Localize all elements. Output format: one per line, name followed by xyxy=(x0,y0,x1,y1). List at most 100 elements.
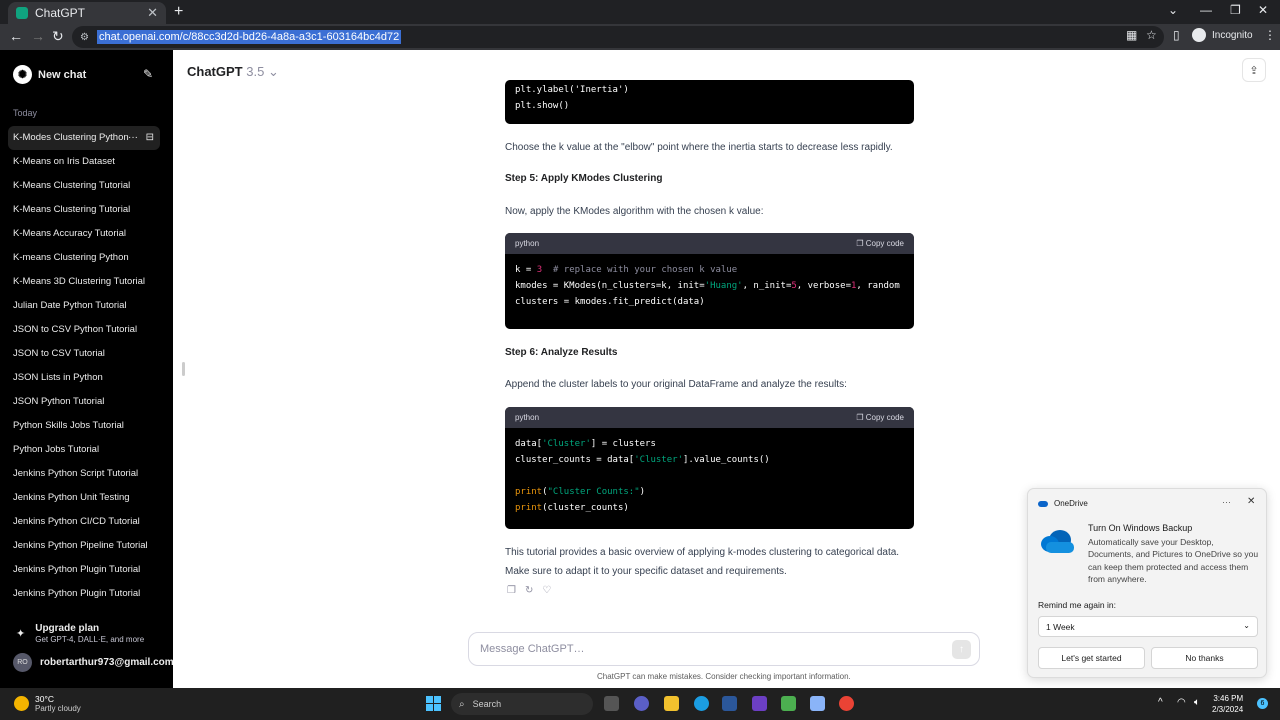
message-composer: ↑ xyxy=(468,632,980,666)
install-app-icon[interactable]: ▦ xyxy=(1126,28,1137,42)
sidebar-history-item[interactable]: Jenkins Python Plugin Tutorial xyxy=(8,558,160,582)
minimize-window-icon[interactable]: — xyxy=(1200,3,1212,17)
chatgpt-favicon-icon xyxy=(16,7,28,19)
notification-app: OneDrive xyxy=(1038,499,1088,508)
notification-badge[interactable]: 6 xyxy=(1257,698,1268,709)
sidebar-history-item[interactable]: Jenkins Python Pipeline Tutorial xyxy=(8,534,160,558)
upgrade-plan-button[interactable]: ✦ Upgrade plan Get GPT-4, DALL·E, and mo… xyxy=(16,623,144,644)
copy-icon[interactable]: ❐ xyxy=(507,585,516,596)
start-button[interactable] xyxy=(426,696,441,711)
history-item-label: K-Means Accuracy Tutorial xyxy=(13,228,126,239)
weather-widget[interactable]: 30°C Partly cloudy xyxy=(14,694,81,713)
message-actions: ❐ ↻ ♡ xyxy=(507,585,551,596)
code-content[interactable]: data['Cluster'] = clusters cluster_count… xyxy=(505,428,914,524)
show-hidden-icons-icon[interactable]: ^ xyxy=(1158,697,1163,708)
model-name: ChatGPT xyxy=(187,64,243,79)
sidebar-collapse-handle[interactable] xyxy=(182,362,185,376)
bookmark-star-icon[interactable]: ☆ xyxy=(1146,28,1157,42)
message-input[interactable] xyxy=(480,643,920,655)
site-info-icon[interactable]: ⚙ xyxy=(80,32,89,43)
send-button[interactable]: ↑ xyxy=(952,640,971,659)
code-content[interactable]: k = 3 # replace with your chosen k value… xyxy=(505,254,914,318)
user-menu[interactable]: RO robertarthur973@gmail.com xyxy=(13,653,174,672)
incognito-profile[interactable]: Incognito xyxy=(1192,28,1253,42)
taskbar-search[interactable]: ⌕ Search xyxy=(451,693,593,715)
task-view-icon[interactable] xyxy=(604,696,619,711)
upgrade-title: Upgrade plan xyxy=(35,623,100,634)
tab-search-chevron-icon[interactable]: ⌄ xyxy=(1168,3,1178,17)
app-icon[interactable] xyxy=(810,696,825,711)
regenerate-icon[interactable]: ↻ xyxy=(525,585,533,596)
avatar: RO xyxy=(13,653,32,672)
history-item-label: K-Means on Iris Dataset xyxy=(13,156,115,167)
sidebar-history-item[interactable]: K-Means Clustering Tutorial xyxy=(8,174,160,198)
sidebar-history-item[interactable]: K-means Clustering Python xyxy=(8,246,160,270)
share-icon[interactable]: ⇪ xyxy=(1242,58,1266,82)
sidebar-history-item[interactable]: JSON to CSV Python Tutorial xyxy=(8,318,160,342)
more-options-icon[interactable]: ··· xyxy=(1222,497,1231,507)
search-icon: ⌕ xyxy=(459,698,465,710)
copy-code-button[interactable]: ❐ Copy code xyxy=(856,413,904,422)
side-panel-icon[interactable]: ▯ xyxy=(1173,28,1180,42)
sidebar-history-item[interactable]: K-Means on Iris Dataset xyxy=(8,150,160,174)
sidebar-history-item[interactable]: K-Modes Clustering Python ··· ⊟ xyxy=(8,126,160,150)
model-selector[interactable]: ChatGPT 3.5 ⌄ xyxy=(187,64,279,80)
app-icon[interactable] xyxy=(752,696,767,711)
browser-menu-icon[interactable]: ⋮ xyxy=(1264,28,1276,42)
copy-code-button[interactable]: ❐ Copy code xyxy=(856,239,904,248)
back-arrow-icon[interactable]: ← xyxy=(9,28,23,44)
browser-tab[interactable]: ChatGPT ✕ xyxy=(8,2,166,24)
restore-window-icon[interactable]: ❐ xyxy=(1230,3,1241,17)
system-clock[interactable]: 3:46 PM 2/3/2024 xyxy=(1212,693,1243,715)
reload-icon[interactable]: ↻ xyxy=(52,28,64,45)
sidebar-history-item[interactable]: JSON to CSV Tutorial xyxy=(8,342,160,366)
thumbs-down-icon[interactable]: ♡ xyxy=(542,585,551,596)
step-heading: Step 5: Apply KModes Clustering xyxy=(505,173,663,184)
more-options-icon[interactable]: ··· xyxy=(128,126,138,149)
history-item-label: K-Means Clustering Tutorial xyxy=(13,204,131,215)
edge-icon[interactable] xyxy=(694,696,709,711)
sidebar-history-item[interactable]: Jenkins Python CI/CD Tutorial xyxy=(8,510,160,534)
code-header: python ❐ Copy code xyxy=(505,407,914,428)
volume-icon[interactable]: 🔈︎ xyxy=(1194,697,1200,708)
file-explorer-icon[interactable] xyxy=(664,696,679,711)
sidebar-history-item[interactable]: Python Skills Jobs Tutorial xyxy=(8,414,160,438)
new-chat-button[interactable]: ✺ New chat xyxy=(13,65,86,84)
sidebar-history-item[interactable]: K-Means Clustering Tutorial xyxy=(8,198,160,222)
no-thanks-button[interactable]: No thanks xyxy=(1151,647,1258,669)
sidebar-history-item[interactable]: Jenkins Python Script Tutorial xyxy=(8,462,160,486)
lets-get-started-button[interactable]: Let's get started xyxy=(1038,647,1145,669)
notepad-icon[interactable] xyxy=(781,696,796,711)
close-window-icon[interactable]: ✕ xyxy=(1258,3,1268,17)
sidebar-history-item[interactable]: K-Means Accuracy Tutorial xyxy=(8,222,160,246)
sidebar-history-item[interactable]: Julian Date Python Tutorial xyxy=(8,294,160,318)
address-bar[interactable]: ⚙ chat.openai.com/c/88cc3d2d-bd26-4a8a-a… xyxy=(72,26,1164,48)
tab-close-icon[interactable]: ✕ xyxy=(147,5,158,21)
chat-history-list: K-Modes Clustering Python ··· ⊟ K-Means on … xyxy=(8,126,160,606)
sidebar-history-item[interactable]: Jenkins Python Plugin Tutorial xyxy=(8,582,160,606)
sidebar-history-item[interactable]: Jenkins Python Unit Testing xyxy=(8,486,160,510)
model-version: 3.5 xyxy=(246,64,265,79)
notification-heading: Turn On Windows Backup xyxy=(1088,523,1193,533)
sidebar-history-item[interactable]: JSON Python Tutorial xyxy=(8,390,160,414)
new-tab-button[interactable]: + xyxy=(174,3,183,21)
sidebar-history-item[interactable]: Python Jobs Tutorial xyxy=(8,438,160,462)
sidebar-history-item[interactable]: JSON Lists in Python xyxy=(8,366,160,390)
sidebar-history-item[interactable]: K-Means 3D Clustering Tutorial xyxy=(8,270,160,294)
weather-icon xyxy=(14,696,29,711)
chrome-icon[interactable] xyxy=(839,696,854,711)
store-icon[interactable] xyxy=(722,696,737,711)
chat-app-icon[interactable] xyxy=(634,696,649,711)
history-item-label: Julian Date Python Tutorial xyxy=(13,300,127,311)
url-text[interactable]: chat.openai.com/c/88cc3d2d-bd26-4a8a-a3c… xyxy=(96,30,402,44)
forward-arrow-icon[interactable]: → xyxy=(31,28,45,44)
code-content[interactable]: plt.ylabel('Inertia') plt.show() xyxy=(505,80,914,122)
archive-icon[interactable]: ⊟ xyxy=(146,126,154,149)
wifi-icon[interactable]: ◠ xyxy=(1177,697,1186,708)
search-label: Search xyxy=(472,699,502,709)
disclaimer-text: ChatGPT can make mistakes. Consider chec… xyxy=(597,672,851,681)
profile-label: Incognito xyxy=(1212,29,1253,41)
edit-icon[interactable]: ✎ xyxy=(143,67,153,81)
remind-dropdown[interactable]: 1 Week ⌄ xyxy=(1038,616,1258,637)
close-icon[interactable]: ✕ xyxy=(1247,496,1255,507)
